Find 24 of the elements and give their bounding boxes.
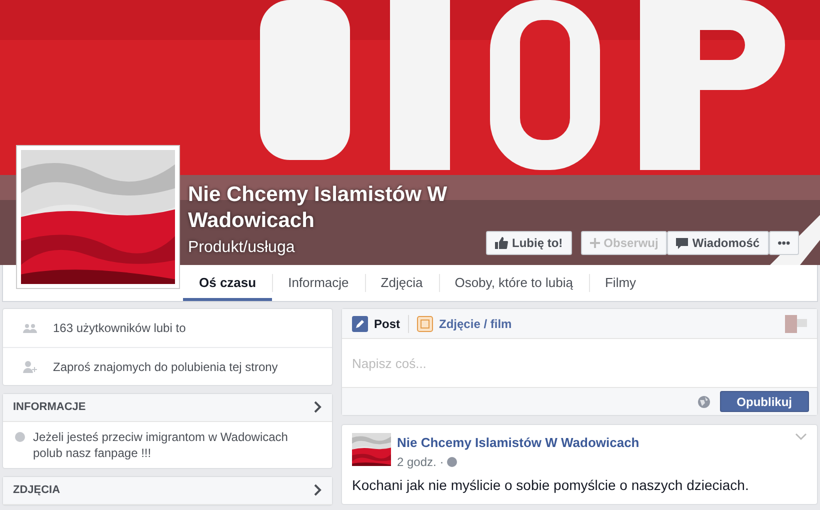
section-title: ZDJĘCIA (13, 483, 60, 498)
chevron-right-icon[interactable] (314, 484, 322, 496)
page-tab[interactable]: Informacje (272, 265, 365, 301)
avatar-icon (785, 314, 807, 333)
page-tab[interactable]: Oś czasu (183, 265, 272, 301)
invite-link[interactable]: Zaproś znajomych do polubienia tej strony (53, 358, 278, 376)
people-icon (23, 323, 37, 333)
post-time: 2 godz. · (397, 454, 444, 470)
composer-tab[interactable]: Post (352, 314, 410, 332)
author-link[interactable]: Nie Chcemy Islamistów W Wadowicach (397, 433, 789, 452)
post-text: Kochani jak nie myślicie o sobie pomyślcie o naszych dzieciach. (352, 476, 750, 495)
page-tab[interactable]: Filmy (588, 265, 652, 301)
composer-tab[interactable]: Zdjęcie / film (417, 314, 520, 332)
pencil-icon (352, 316, 368, 332)
page-tab[interactable]: Zdjęcia (364, 265, 439, 301)
section-title: INFORMACJE (13, 400, 86, 416)
page-tab[interactable]: Osoby, które to lubią (438, 265, 589, 301)
likes-count: 163 użytkowników lubi to (53, 320, 186, 337)
photo-icon (417, 316, 434, 332)
chevron-right-icon[interactable] (314, 401, 322, 414)
composer-card[interactable]: Post Zdjęcie / film Napisz coś... Opublikuj (341, 308, 818, 416)
add-person-icon (23, 360, 37, 372)
about-text: Jeżeli jesteś przeciw imigrantom w Wadowicach polub nasz fanpage !!! (33, 429, 289, 461)
publish-button[interactable]: Opublikuj (720, 391, 809, 412)
